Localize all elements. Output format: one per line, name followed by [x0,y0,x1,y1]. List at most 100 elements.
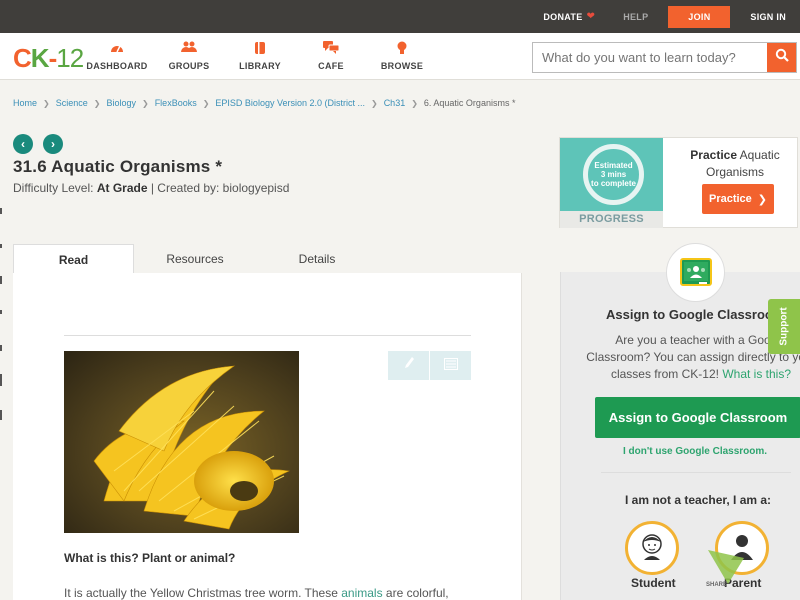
what-is-this-link[interactable]: What is this? [722,367,791,381]
book-icon [225,41,295,57]
search-input[interactable] [533,43,767,72]
breadcrumb-ch31[interactable]: Ch31 [384,98,406,108]
support-label: Support [778,307,790,346]
logo-c: C [13,43,32,73]
practice-button-label: Practice [708,193,752,205]
nav-groups[interactable]: GROUPS [154,41,224,71]
logo-12: 12 [56,43,84,73]
chevron-right-icon: ❯ [411,98,418,108]
tab-read[interactable]: Read [13,244,134,274]
article-question: What is this? Plant or animal? [64,551,236,565]
to-complete-label: to complete [591,179,636,188]
para-start: It is actually the Yellow Christmas tree… [64,586,342,600]
chevron-right-icon: › [51,137,55,151]
practice-title: Practice Aquatic Organisms [678,147,792,181]
practice-tile[interactable]: Estimated 3 mins to complete PROGRESS [560,138,663,228]
article-tools [388,351,471,380]
page-meta: Difficulty Level: At Grade | Created by:… [13,181,289,195]
content-divider [64,335,471,336]
nav-cafe[interactable]: CAFE [296,41,366,71]
logo-k: K [30,43,50,73]
donate-link[interactable]: DONATE ❤ [529,11,609,22]
search-bar [532,42,797,73]
lightbulb-icon [367,41,437,57]
student-button[interactable] [625,521,679,575]
estimated-mins: 3 mins [600,170,627,179]
google-classroom-icon [666,243,725,302]
nav-browse-label: BROWSE [380,61,424,71]
header: CK-12 DASHBOARD GROUPS LIBRARY CAFE BROW… [0,33,800,80]
pencil-icon [403,356,415,375]
chevron-right-icon: ❯ [93,98,101,108]
practice-card: Estimated 3 mins to complete PROGRESS Pr… [559,137,798,228]
breadcrumb: Home ❯ Science ❯ Biology ❯ FlexBooks ❯ EPISD… [13,98,515,108]
chevron-right-icon: ❯ [43,98,50,108]
tab-resources[interactable]: Resources [134,244,256,273]
previous-button[interactable]: ‹ [13,134,33,154]
nav-dashboard-label: DASHBOARD [86,61,148,71]
progress-label: PROGRESS [560,211,663,228]
difficulty-value: At Grade [96,181,148,195]
side-toolbar-mark [0,345,2,351]
join-button[interactable]: JOIN [668,5,731,28]
nav-browse[interactable]: BROWSE [367,41,437,71]
student-label: Student [631,576,676,590]
search-button[interactable] [767,43,796,72]
share-icon[interactable] [706,546,746,586]
classroom-desc-1: Are you a teacher with a Google [615,333,787,347]
support-tab[interactable]: Support [768,299,800,354]
nav-groups-label: GROUPS [168,61,210,71]
chevron-right-icon: ❯ [202,98,210,108]
notes-button[interactable] [429,351,471,380]
breadcrumb-flexbooks[interactable]: FlexBooks [155,98,197,108]
breadcrumb-biology[interactable]: Biology [106,98,136,108]
practice-button[interactable]: Practice ❯ [702,184,774,214]
nav-dashboard[interactable]: DASHBOARD [82,41,152,71]
side-toolbar-mark [0,310,2,314]
side-toolbar-mark [0,244,2,248]
donate-label: DONATE [543,11,583,22]
chevron-right-icon: ❯ [370,98,378,108]
side-toolbar-mark [0,410,2,420]
ck12-logo[interactable]: CK-12 [13,43,84,74]
nav-cafe-label: CAFE [318,61,344,71]
breadcrumb-science[interactable]: Science [56,98,88,108]
gauge-icon [82,41,152,57]
classroom-divider [601,472,791,473]
chevron-right-icon: ❯ [757,193,768,206]
annotate-button[interactable] [388,351,429,380]
notes-icon [443,357,458,375]
article-paragraph: It is actually the Yellow Christmas tree… [64,586,449,600]
difficulty-label: Difficulty Level: [13,181,94,195]
next-button[interactable]: › [43,134,63,154]
nav-library-label: LIBRARY [239,61,281,71]
share-label: SHARE [706,582,728,588]
estimated-label: Estimated [594,161,633,170]
chevron-left-icon: ‹ [21,137,25,151]
side-toolbar-mark [0,276,2,284]
sign-in-link[interactable]: SIGN IN [736,12,800,22]
breadcrumb-current: 6. Aquatic Organisms * [423,98,516,108]
help-link[interactable]: HELP [609,12,662,22]
progress-ring: Estimated 3 mins to complete [583,144,644,205]
tab-details[interactable]: Details [256,244,378,273]
search-icon [775,48,789,67]
breadcrumb-home[interactable]: Home [13,98,37,108]
breadcrumb-episd[interactable]: EPISD Biology Version 2.0 (District ... [215,98,365,108]
page-title: 31.6 Aquatic Organisms * [13,157,223,176]
classroom-desc-3: classes from CK-12! [610,367,723,381]
people-icon [154,41,224,57]
created-by: | Created by: biologyepisd [150,181,290,195]
practice-title-bold: Practice [690,148,737,162]
classroom-title: Assign to Google Classroom [606,307,785,322]
classroom-description: Are you a teacher with a Google Classroo… [571,332,800,383]
content-tabs: Read Resources Details [13,244,522,274]
top-bar: DONATE ❤ HELP JOIN SIGN IN [0,0,800,33]
assign-classroom-button[interactable]: Assign to Google Classroom [595,397,800,438]
no-classroom-link[interactable]: I don't use Google Classroom. [623,446,767,457]
nav-library[interactable]: LIBRARY [225,41,295,71]
para-end: are colorful, [382,586,449,600]
chat-bubbles-icon [296,41,366,57]
side-toolbar-mark [0,208,2,214]
animals-link[interactable]: animals [341,586,382,600]
